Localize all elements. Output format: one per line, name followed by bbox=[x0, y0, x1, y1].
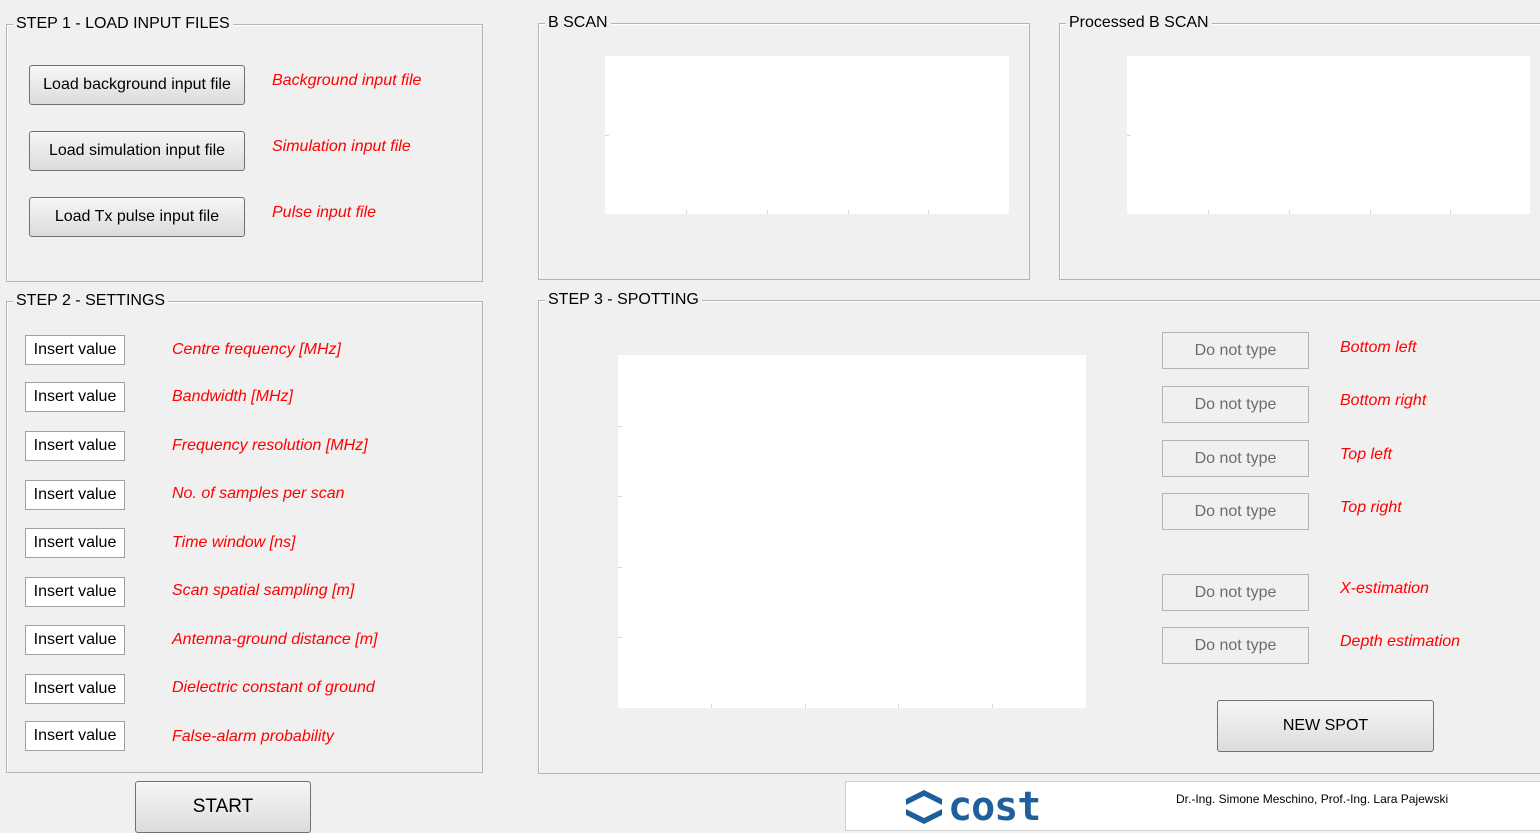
spotting-tick bbox=[618, 637, 622, 638]
bscan-tick bbox=[767, 210, 768, 214]
load-pulse-button[interactable]: Load Tx pulse input file bbox=[29, 197, 245, 237]
cost-logo-mark-icon bbox=[906, 790, 942, 824]
spotting-tick bbox=[618, 426, 622, 427]
processed-bscan-plot bbox=[1127, 56, 1530, 214]
centre-frequency-label: Centre frequency [MHz] bbox=[172, 341, 341, 358]
frequency-resolution-label: Frequency resolution [MHz] bbox=[172, 437, 368, 454]
antenna-ground-distance-label: Antenna-ground distance [m] bbox=[172, 631, 378, 648]
bottom-left-label: Bottom left bbox=[1340, 339, 1417, 356]
processed-bscan-tick bbox=[1289, 210, 1290, 214]
processed-bscan-tick bbox=[1370, 210, 1371, 214]
bscan-plot bbox=[605, 56, 1009, 214]
processed-bscan-tick bbox=[1450, 210, 1451, 214]
top-right-output bbox=[1162, 493, 1309, 530]
spotting-tick bbox=[711, 704, 712, 708]
processed-bscan-title: Processed B SCAN bbox=[1066, 13, 1212, 33]
false-alarm-label: False-alarm probability bbox=[172, 728, 334, 745]
x-estimation-label: X-estimation bbox=[1340, 580, 1429, 597]
start-button[interactable]: START bbox=[135, 781, 311, 833]
spatial-sampling-label: Scan spatial sampling [m] bbox=[172, 582, 355, 599]
bscan-tick bbox=[605, 135, 609, 136]
credits-text: Dr.-Ing. Simone Meschino, Prof.-Ing. Lar… bbox=[1176, 792, 1449, 806]
step3-title: STEP 3 - SPOTTING bbox=[545, 290, 702, 310]
bottom-right-output bbox=[1162, 386, 1309, 423]
bscan-tick bbox=[848, 210, 849, 214]
processed-bscan-tick bbox=[1208, 210, 1209, 214]
cost-logo-text: cost bbox=[948, 784, 1041, 830]
bandwidth-input[interactable] bbox=[25, 382, 125, 412]
bottom-right-label: Bottom right bbox=[1340, 392, 1427, 409]
top-left-output bbox=[1162, 440, 1309, 477]
cost-logo: cost bbox=[902, 784, 1041, 830]
samples-per-scan-input[interactable] bbox=[25, 480, 125, 510]
antenna-ground-distance-input[interactable] bbox=[25, 625, 125, 655]
depth-estimation-label: Depth estimation bbox=[1340, 633, 1461, 650]
bottom-left-output bbox=[1162, 332, 1309, 369]
simulation-file-status: Simulation input file bbox=[272, 138, 411, 155]
spotting-plot[interactable] bbox=[618, 355, 1086, 708]
bscan-tick bbox=[928, 210, 929, 214]
load-background-button[interactable]: Load background input file bbox=[29, 65, 245, 105]
frequency-resolution-input[interactable] bbox=[25, 431, 125, 461]
footer-banner: cost Dr.-Ing. Simone Meschino, Prof.-Ing… bbox=[845, 781, 1540, 831]
depth-estimation-output bbox=[1162, 627, 1309, 664]
spatial-sampling-input[interactable] bbox=[25, 577, 125, 607]
spotting-tick bbox=[992, 704, 993, 708]
spotting-tick bbox=[805, 704, 806, 708]
spotting-tick bbox=[618, 567, 622, 568]
step2-title: STEP 2 - SETTINGS bbox=[13, 291, 169, 311]
samples-per-scan-label: No. of samples per scan bbox=[172, 485, 345, 502]
spotting-tick bbox=[898, 704, 899, 708]
background-file-status: Background input file bbox=[272, 72, 422, 89]
bandwidth-label: Bandwidth [MHz] bbox=[172, 388, 293, 405]
time-window-input[interactable] bbox=[25, 528, 125, 558]
spotting-tick bbox=[618, 496, 622, 497]
new-spot-button[interactable]: NEW SPOT bbox=[1217, 700, 1434, 752]
time-window-label: Time window [ns] bbox=[172, 534, 296, 551]
false-alarm-input[interactable] bbox=[25, 721, 125, 751]
pulse-file-status: Pulse input file bbox=[272, 204, 377, 221]
processed-bscan-tick bbox=[1127, 135, 1131, 136]
top-left-label: Top left bbox=[1340, 446, 1392, 463]
load-simulation-button[interactable]: Load simulation input file bbox=[29, 131, 245, 171]
step1-title: STEP 1 - LOAD INPUT FILES bbox=[13, 14, 233, 34]
x-estimation-output bbox=[1162, 574, 1309, 611]
centre-frequency-input[interactable] bbox=[25, 335, 125, 365]
top-right-label: Top right bbox=[1340, 499, 1402, 516]
dielectric-constant-label: Dielectric constant of ground bbox=[172, 679, 375, 696]
dielectric-constant-input[interactable] bbox=[25, 674, 125, 704]
bscan-tick bbox=[686, 210, 687, 214]
bscan-title: B SCAN bbox=[545, 13, 611, 33]
